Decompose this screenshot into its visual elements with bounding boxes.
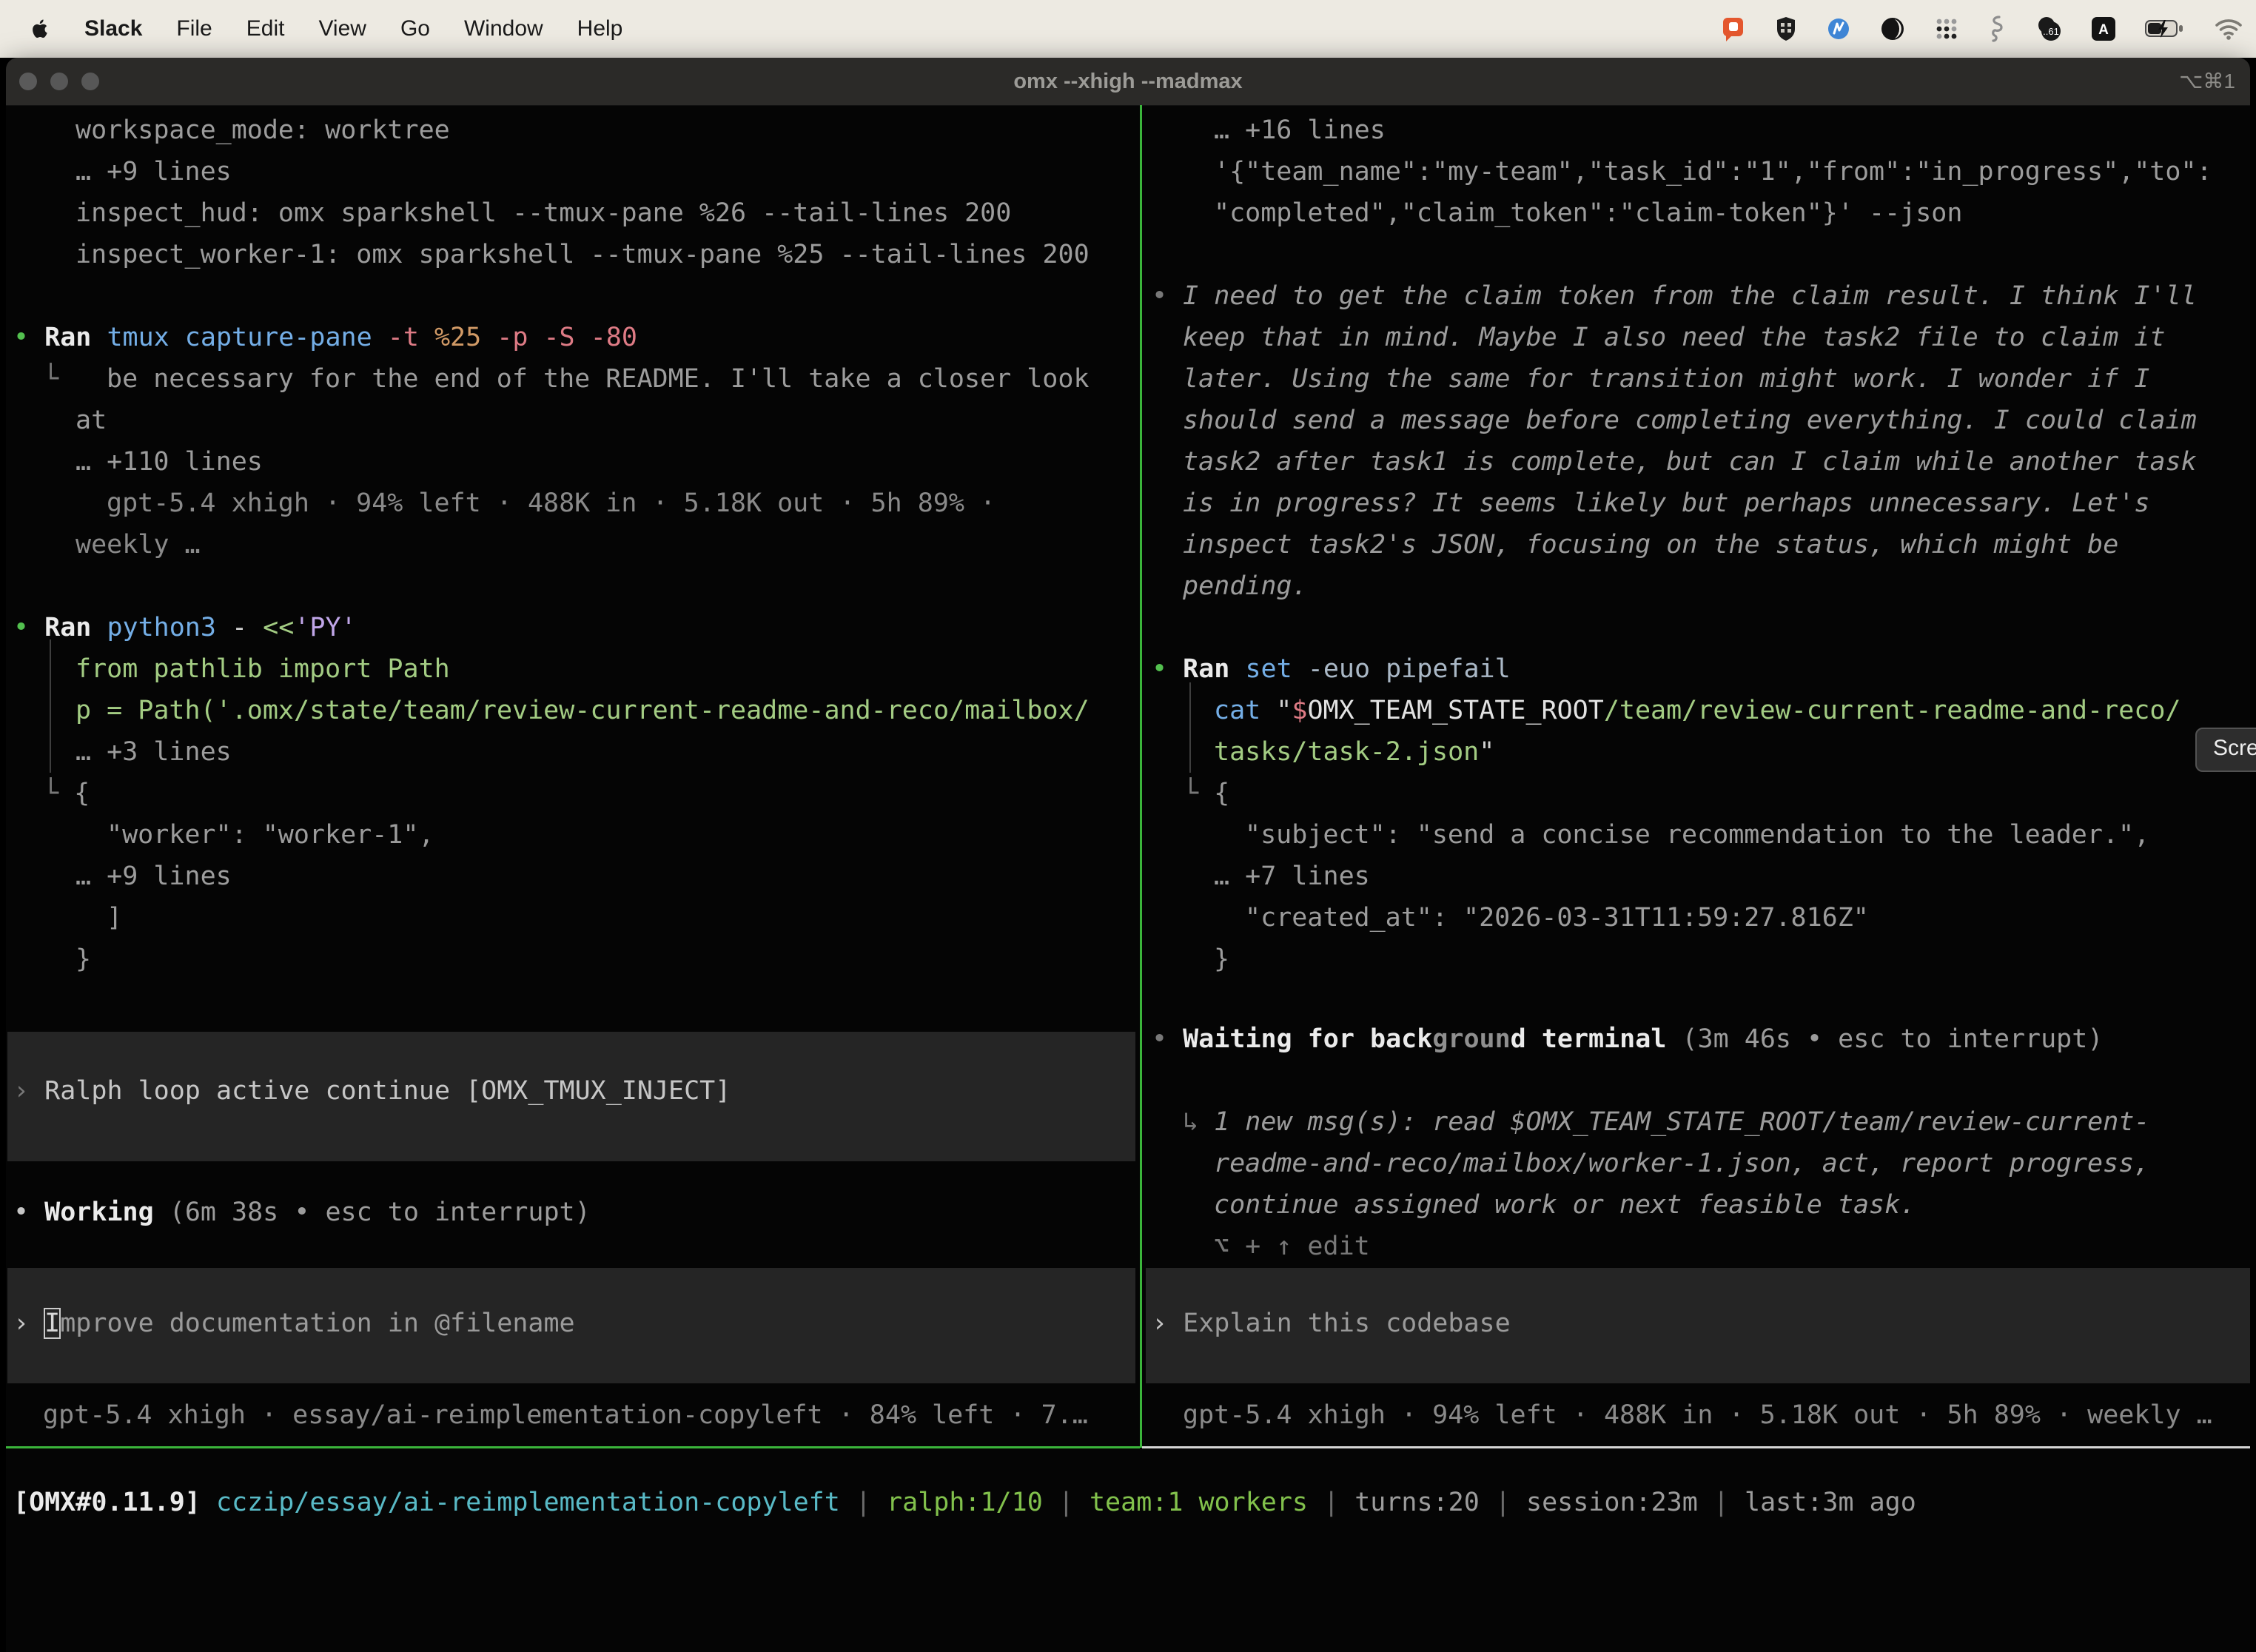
- screen-tooltip: Scre: [2195, 728, 2256, 772]
- dots-grid-icon[interactable]: [1935, 17, 1958, 41]
- minimize-button[interactable]: [50, 73, 68, 90]
- input-band-left[interactable]: [7, 1268, 1135, 1383]
- window-title: omx --xhigh --madmax: [6, 58, 2250, 105]
- battery-charging-icon[interactable]: [2145, 19, 2185, 39]
- screen: { "menubar": { "items": ["Slack", "File"…: [0, 0, 2256, 1652]
- tooltip-label: Scre: [2213, 736, 2256, 760]
- menu-items: Slack File Edit View Go Window Help: [0, 16, 622, 41]
- terminal-window: omx --xhigh --madmax ⌥⌘1 [omx-cczip0:bas…: [6, 58, 2250, 1652]
- window-shortcut-label: ⌥⌘1: [2179, 58, 2235, 105]
- menu-item-slack[interactable]: Slack: [84, 16, 142, 41]
- blue-badge-icon[interactable]: [1827, 17, 1850, 41]
- window-titlebar[interactable]: omx --xhigh --madmax ⌥⌘1: [6, 58, 2250, 106]
- letter-a-label: A: [2098, 22, 2109, 38]
- menu-item-window[interactable]: Window: [464, 16, 543, 41]
- badge-count-label: ..61: [2043, 26, 2059, 37]
- timer-badge-icon[interactable]: ..61: [2034, 16, 2062, 42]
- input-band-right[interactable]: [1146, 1268, 2250, 1383]
- status-icons: ..61 A: [1720, 16, 2256, 42]
- ralph-loop-band: [7, 1032, 1135, 1161]
- shield-icon[interactable]: [1775, 16, 1797, 41]
- close-button[interactable]: [19, 73, 37, 90]
- wifi-icon[interactable]: [2215, 18, 2243, 40]
- pane-border-bottom-right: [1142, 1446, 2250, 1448]
- moon-disc-icon[interactable]: [1880, 16, 1905, 41]
- chat-app-icon[interactable]: [1720, 16, 1745, 42]
- letter-a-icon[interactable]: A: [2092, 17, 2115, 41]
- zoom-button[interactable]: [81, 73, 99, 90]
- apple-menu-icon[interactable]: [31, 18, 50, 40]
- pane-divider[interactable]: [1140, 105, 1142, 1448]
- pane-border-bottom-left: [6, 1446, 1140, 1448]
- menu-item-edit[interactable]: Edit: [246, 16, 285, 41]
- menu-item-view[interactable]: View: [318, 16, 366, 41]
- menu-item-file[interactable]: File: [176, 16, 212, 41]
- macos-menu-bar: Slack File Edit View Go Window Help: [0, 0, 2256, 58]
- squiggle-icon[interactable]: [1988, 16, 2004, 42]
- menu-item-go[interactable]: Go: [400, 16, 430, 41]
- apple-logo-icon: [31, 18, 50, 40]
- menu-item-help[interactable]: Help: [577, 16, 623, 41]
